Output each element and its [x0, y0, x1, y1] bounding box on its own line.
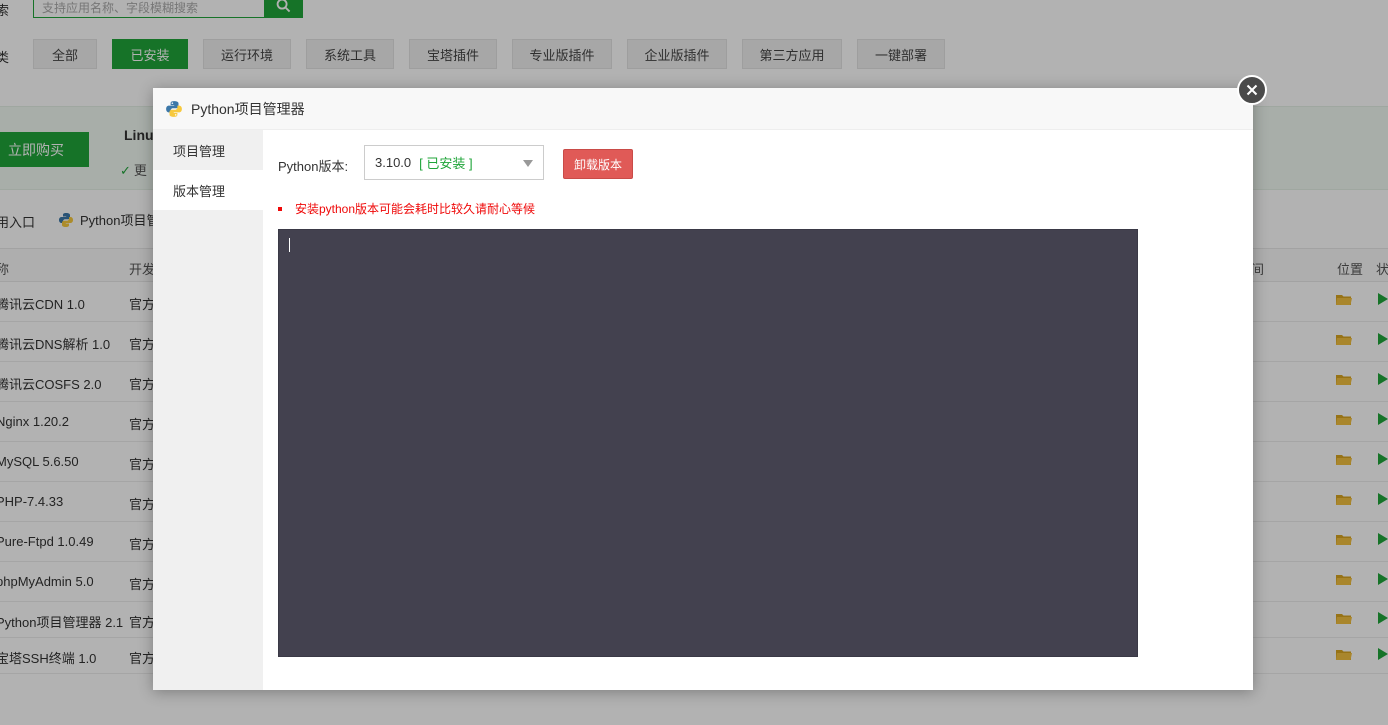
tab-version-management[interactable]: 版本管理 [153, 170, 263, 210]
python-logo-icon [166, 100, 182, 117]
modal-title: Python项目管理器 [191, 100, 305, 117]
install-warning-text: 安装python版本可能会耗时比较久请耐心等候 [295, 202, 536, 216]
install-warning: 安装python版本可能会耗时比较久请耐心等候 [278, 200, 535, 217]
bullet-icon [278, 206, 282, 211]
install-log-console[interactable] [278, 229, 1138, 657]
python-version-value: 3.10.0 [375, 155, 412, 170]
version-management-panel: Python版本: 3.10.0 [ 已安装 ] 卸载版本 安装python版本… [263, 130, 1253, 690]
close-icon [1246, 84, 1258, 96]
python-version-label: Python版本: [278, 159, 349, 174]
chevron-down-icon [523, 160, 533, 167]
modal-sidebar: 项目管理 版本管理 [153, 130, 263, 690]
text-cursor [289, 238, 290, 252]
tab-project-management[interactable]: 项目管理 [153, 130, 263, 170]
installed-tag: [ 已安装 ] [419, 156, 473, 171]
modal-header: Python项目管理器 [153, 88, 1253, 130]
uninstall-version-button[interactable]: 卸载版本 [563, 149, 633, 179]
python-version-select[interactable]: 3.10.0 [ 已安装 ] [364, 145, 544, 180]
python-manager-modal: Python项目管理器 项目管理 版本管理 Python版本: 3.10.0 [… [153, 75, 1267, 690]
close-button[interactable] [1237, 75, 1267, 105]
